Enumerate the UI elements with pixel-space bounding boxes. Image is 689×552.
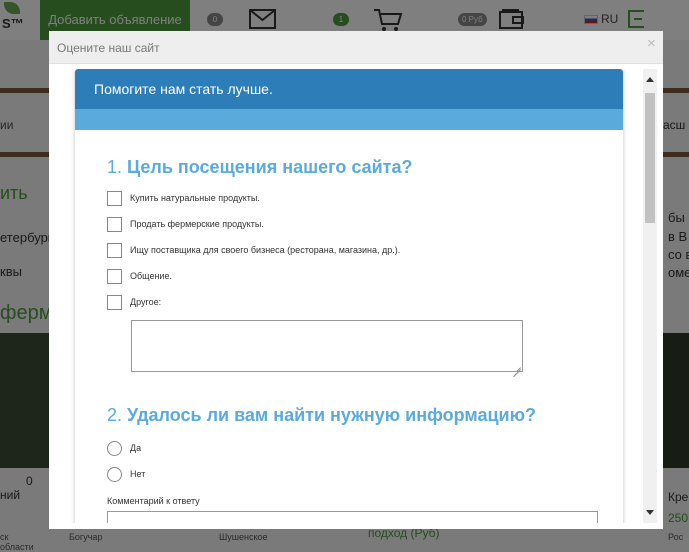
q1-option-buy[interactable]: Купить натуральные продукты. xyxy=(107,190,260,206)
scroll-thumb[interactable] xyxy=(645,93,655,223)
modal-scrollbar[interactable] xyxy=(643,69,657,523)
survey-form: Помогите нам стать лучше. 1. Цель посеще… xyxy=(75,69,623,523)
checkbox[interactable] xyxy=(107,216,122,232)
modal-title: Оцените наш сайт xyxy=(57,41,160,55)
comment-input[interactable] xyxy=(107,511,598,523)
checkbox[interactable] xyxy=(107,190,122,206)
q1-option-communication[interactable]: Общение. xyxy=(107,268,172,284)
question-1-title: 1. Цель посещения нашего сайта? xyxy=(107,157,413,177)
radio-button[interactable] xyxy=(107,440,122,456)
survey-header: Помогите нам стать лучше. xyxy=(75,69,623,109)
q2-option-yes[interactable]: Да xyxy=(107,440,141,456)
checkbox[interactable] xyxy=(107,268,122,284)
question-2-title: 2. Удалось ли вам найти нужную информаци… xyxy=(107,405,536,425)
checkbox[interactable] xyxy=(107,294,122,310)
resize-grip-icon[interactable] xyxy=(513,362,521,370)
scroll-up-icon[interactable] xyxy=(643,73,657,87)
other-textarea[interactable] xyxy=(131,320,523,372)
survey-header-stripe xyxy=(75,109,623,130)
q1-option-other[interactable]: Другое: xyxy=(107,294,161,310)
q1-option-supplier[interactable]: Ищу поставщика для своего бизнеса (ресто… xyxy=(107,242,400,258)
rate-site-modal: Оцените наш сайт × Помогите нам стать лу… xyxy=(49,31,663,529)
modal-header: Оцените наш сайт × xyxy=(49,31,663,64)
q1-option-sell[interactable]: Продать фермерские продукты. xyxy=(107,216,264,232)
checkbox[interactable] xyxy=(107,242,122,258)
comment-label: Комментарий к ответу xyxy=(107,496,200,506)
radio-button[interactable] xyxy=(107,466,122,482)
q2-option-no[interactable]: Нет xyxy=(107,466,145,482)
modal-body: Помогите нам стать лучше. 1. Цель посеще… xyxy=(55,69,657,523)
close-icon[interactable]: × xyxy=(647,36,656,51)
scroll-down-icon[interactable] xyxy=(643,505,657,519)
